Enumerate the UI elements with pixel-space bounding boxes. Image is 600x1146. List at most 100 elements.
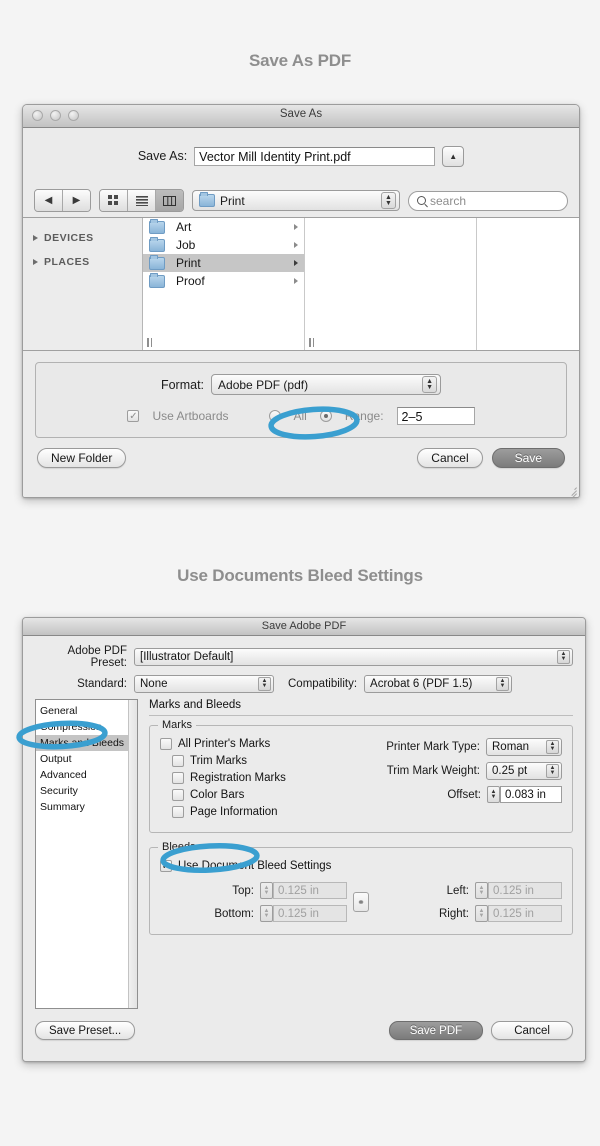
- path-popup-button[interactable]: Print ▲ ▼: [192, 190, 400, 211]
- view-mode-buttons[interactable]: [99, 189, 184, 212]
- disclosure-triangle-icon[interactable]: ▲: [442, 145, 465, 167]
- checkbox-label: Page Information: [190, 806, 278, 818]
- checkbox-row-registration-marks[interactable]: Registration Marks: [172, 772, 361, 784]
- category-list-scrollbar[interactable]: [128, 700, 137, 1008]
- use-document-bleed-checkbox[interactable]: ✓: [160, 860, 172, 872]
- bleed-top-stepper[interactable]: ▲ ▼: [260, 882, 273, 899]
- page-information-checkbox[interactable]: [172, 806, 184, 818]
- category-item-summary[interactable]: Summary: [36, 799, 137, 815]
- category-list[interactable]: General Compression Marks and Bleeds Out…: [35, 699, 138, 1009]
- file-browser: DEVICES PLACES Art Job Print Proof: [23, 217, 579, 351]
- folder-icon: [149, 236, 165, 252]
- bleed-bottom-input[interactable]: 0.125 in: [273, 905, 347, 922]
- bleed-right-stepper[interactable]: ▲ ▼: [475, 905, 488, 922]
- offset-input[interactable]: 0.083 in: [500, 786, 562, 803]
- standard-popup-button[interactable]: None ▲ ▼: [134, 675, 274, 693]
- checkbox-row-trim-marks[interactable]: Trim Marks: [172, 755, 361, 767]
- bleed-left-label: Left:: [446, 884, 469, 897]
- page-title-save-as-pdf: Save As PDF: [248, 51, 352, 70]
- chevron-updown-icon: ▲ ▼: [258, 677, 271, 691]
- chevron-updown-icon: ▲ ▼: [546, 764, 559, 778]
- list-item[interactable]: Art: [143, 218, 304, 236]
- list-item-selected[interactable]: Print: [143, 254, 304, 272]
- use-artboards-checkbox[interactable]: ✓: [127, 410, 140, 422]
- column-view-icon[interactable]: [156, 190, 183, 211]
- link-bleeds-icon[interactable]: ⚭: [353, 892, 369, 912]
- forward-arrow-icon[interactable]: ▶: [63, 190, 90, 211]
- compatibility-label: Compatibility:: [288, 678, 358, 690]
- category-item-advanced[interactable]: Advanced: [36, 767, 137, 783]
- column-resize-grip[interactable]: [309, 338, 317, 347]
- category-item-compression[interactable]: Compression: [36, 719, 137, 735]
- sidebar-group-devices[interactable]: DEVICES: [23, 226, 142, 250]
- bleed-right-input[interactable]: 0.125 in: [488, 905, 562, 922]
- all-label: All: [293, 409, 307, 423]
- checkbox-label: All Printer's Marks: [178, 738, 271, 750]
- registration-marks-checkbox[interactable]: [172, 772, 184, 784]
- bleeds-group: Bleeds ✓ Use Document Bleed Settings Top…: [149, 841, 573, 935]
- checkbox-label: Use Document Bleed Settings: [178, 860, 332, 872]
- list-item-label: Job: [176, 238, 196, 252]
- cancel-button[interactable]: Cancel: [417, 448, 483, 468]
- save-button[interactable]: Save: [491, 448, 565, 468]
- new-folder-button[interactable]: New Folder: [37, 448, 127, 468]
- range-radio[interactable]: [319, 410, 332, 422]
- sidebar-group-places[interactable]: PLACES: [23, 250, 142, 274]
- offset-row: Offset: ▲ ▼ 0.083 in: [361, 786, 562, 803]
- checkbox-row-color-bars[interactable]: Color Bars: [172, 789, 361, 801]
- pdf-window-title: Save Adobe PDF: [261, 619, 347, 632]
- list-item[interactable]: Proof: [143, 272, 304, 290]
- trim-marks-checkbox[interactable]: [172, 755, 184, 767]
- list-view-icon[interactable]: [128, 190, 156, 211]
- format-popup-button[interactable]: Adobe PDF (pdf) ▲ ▼: [211, 374, 442, 395]
- pane-title: Marks and Bleeds: [149, 699, 242, 711]
- category-item-general[interactable]: General: [36, 703, 137, 719]
- navigation-buttons[interactable]: ◀ ▶: [34, 189, 91, 212]
- category-item-security[interactable]: Security: [36, 783, 137, 799]
- format-popup-value: Adobe PDF (pdf): [218, 377, 309, 392]
- list-item[interactable]: Job: [143, 236, 304, 254]
- trim-mark-weight-popup[interactable]: 0.25 pt ▲ ▼: [486, 762, 562, 780]
- pdf-cancel-button[interactable]: Cancel: [491, 1021, 573, 1040]
- bleed-bottom-stepper[interactable]: ▲ ▼: [260, 905, 273, 922]
- save-adobe-pdf-dialog: Save Adobe PDF Adobe PDF Preset: [Illust…: [22, 617, 586, 1062]
- all-radio[interactable]: [268, 410, 281, 422]
- checkbox-row-all-printers-marks[interactable]: All Printer's Marks: [160, 738, 361, 750]
- format-panel: Format: Adobe PDF (pdf) ▲ ▼ ✓ Use Artboar…: [35, 362, 567, 438]
- marks-and-bleeds-pane: Marks and Bleeds Marks All Printer's Mar…: [149, 699, 573, 1009]
- bleeds-group-label: Bleeds: [158, 841, 200, 853]
- checkbox-row-page-information[interactable]: Page Information: [172, 806, 361, 818]
- printer-mark-type-popup[interactable]: Roman ▲ ▼: [486, 738, 562, 756]
- save-pdf-button[interactable]: Save PDF: [388, 1021, 484, 1040]
- all-printers-marks-checkbox[interactable]: [160, 738, 172, 750]
- bleed-left-input[interactable]: 0.125 in: [488, 882, 562, 899]
- category-item-output[interactable]: Output: [36, 751, 137, 767]
- back-arrow-icon[interactable]: ◀: [35, 190, 63, 211]
- list-item-label: Art: [176, 220, 192, 234]
- save-preset-button[interactable]: Save Preset...: [35, 1021, 136, 1040]
- preset-row: Adobe PDF Preset: [Illustrator Default] …: [35, 645, 573, 669]
- icon-view-icon[interactable]: [100, 190, 128, 211]
- filename-input[interactable]: Vector Mill Identity Print.pdf: [194, 146, 436, 166]
- marks-group-label: Marks: [158, 719, 196, 731]
- range-input[interactable]: 2–5: [396, 407, 475, 425]
- category-item-marks-and-bleeds[interactable]: Marks and Bleeds: [36, 735, 137, 751]
- preset-popup-value: [Illustrator Default]: [140, 651, 234, 663]
- column-resize-grip[interactable]: [147, 338, 155, 347]
- standard-popup-value: None: [140, 678, 168, 690]
- trim-mark-weight-label: Trim Mark Weight:: [386, 765, 480, 777]
- bleed-left-stepper[interactable]: ▲ ▼: [475, 882, 488, 899]
- color-bars-checkbox[interactable]: [172, 789, 184, 801]
- preset-popup-button[interactable]: [Illustrator Default] ▲ ▼: [134, 648, 573, 666]
- compatibility-popup-button[interactable]: Acrobat 6 (PDF 1.5) ▲ ▼: [364, 675, 513, 693]
- checkbox-row-use-document-bleed[interactable]: ✓ Use Document Bleed Settings: [160, 860, 562, 872]
- bleed-top-input[interactable]: 0.125 in: [273, 882, 347, 899]
- window-resize-grip[interactable]: [564, 482, 577, 497]
- offset-stepper[interactable]: ▲ ▼: [487, 786, 500, 803]
- marks-group: Marks All Printer's Marks Trim Marks Reg…: [149, 719, 573, 833]
- checkbox-label: Trim Marks: [190, 755, 248, 767]
- search-input[interactable]: search: [408, 190, 568, 211]
- printer-mark-type-label: Printer Mark Type:: [386, 741, 480, 753]
- chevron-right-icon: [33, 235, 38, 241]
- chevron-updown-icon: ▲ ▼: [557, 650, 570, 664]
